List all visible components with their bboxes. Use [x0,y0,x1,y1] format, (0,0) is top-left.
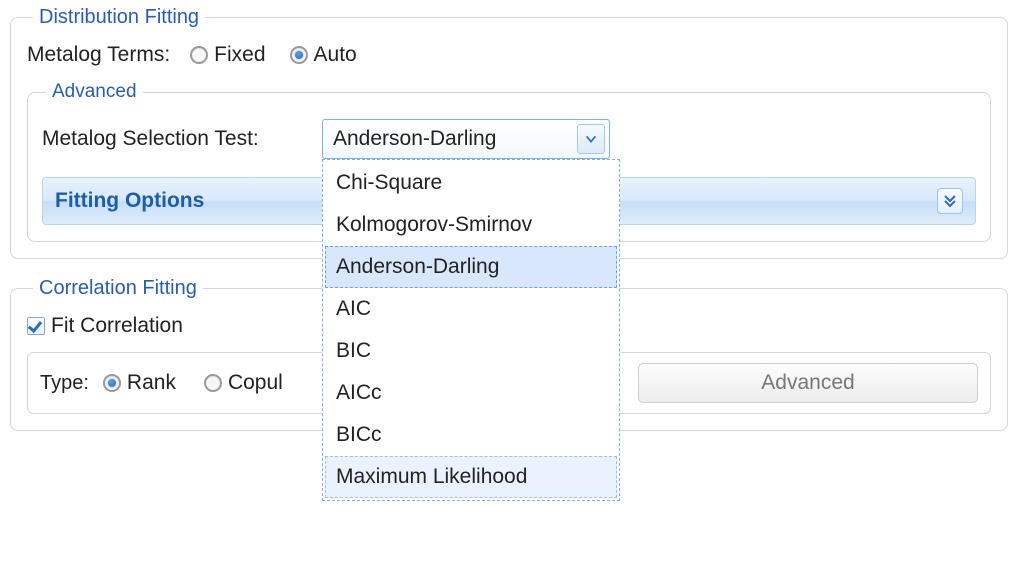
metalog-selection-test-label: Metalog Selection Test: [42,127,302,151]
metalog-selection-test-option[interactable]: AICc [325,372,617,414]
metalog-selection-test-option[interactable]: BIC [325,330,617,372]
metalog-terms-label: Metalog Terms: [27,43,170,67]
metalog-selection-test-option[interactable]: Kolmogorov-Smirnov [325,204,617,246]
distribution-fitting-group: Distribution Fitting Metalog Terms: Fixe… [10,6,1008,259]
metalog-selection-test-option[interactable]: AIC [325,288,617,330]
distribution-advanced-group: Advanced Metalog Selection Test: Anderso… [27,81,991,242]
metalog-selection-test-option[interactable]: BICc [325,414,617,456]
dropdown-toggle-button[interactable] [577,124,605,154]
correlation-type-copula-radio[interactable]: Copul [204,371,283,395]
metalog-terms-row: Metalog Terms: Fixed Auto [27,43,991,67]
radio-icon [103,374,121,392]
metalog-selection-test-option[interactable]: Chi-Square [325,162,617,204]
checkbox-icon [27,317,45,335]
metalog-terms-auto-label: Auto [314,43,357,67]
distribution-advanced-legend: Advanced [46,81,143,103]
fit-correlation-checkbox[interactable]: Fit Correlation [27,314,183,338]
correlation-type-rank-label: Rank [127,371,176,395]
correlation-advanced-button[interactable]: Advanced [638,363,978,403]
metalog-selection-test-value: Anderson-Darling [333,127,496,151]
metalog-selection-test-option[interactable]: Anderson-Darling [325,246,617,288]
correlation-fitting-legend: Correlation Fitting [33,277,203,300]
correlation-type-label: Type: [40,372,89,395]
fitting-options-expand-button[interactable] [937,188,963,214]
fit-correlation-label: Fit Correlation [51,314,183,338]
chevron-down-icon [584,132,598,146]
metalog-terms-fixed-label: Fixed [214,43,265,67]
metalog-selection-test-select[interactable]: Anderson-Darling Chi-SquareKolmogorov-Sm… [322,119,610,159]
double-chevron-down-icon [942,193,958,209]
correlation-type-copula-label: Copul [228,371,283,395]
metalog-selection-test-row: Metalog Selection Test: Anderson-Darling… [42,119,976,159]
metalog-terms-fixed-radio[interactable]: Fixed [190,43,265,67]
metalog-terms-auto-radio[interactable]: Auto [290,43,357,67]
fitting-options-title: Fitting Options [55,189,204,213]
metalog-selection-test-option[interactable]: Maximum Likelihood [325,456,617,498]
radio-icon [204,374,222,392]
correlation-advanced-button-label: Advanced [761,371,854,395]
metalog-selection-test-dropdown[interactable]: Chi-SquareKolmogorov-SmirnovAnderson-Dar… [322,159,620,501]
radio-icon [290,46,308,64]
radio-icon [190,46,208,64]
metalog-selection-test-input[interactable]: Anderson-Darling [322,119,610,159]
correlation-type-rank-radio[interactable]: Rank [103,371,176,395]
distribution-fitting-legend: Distribution Fitting [33,6,205,29]
